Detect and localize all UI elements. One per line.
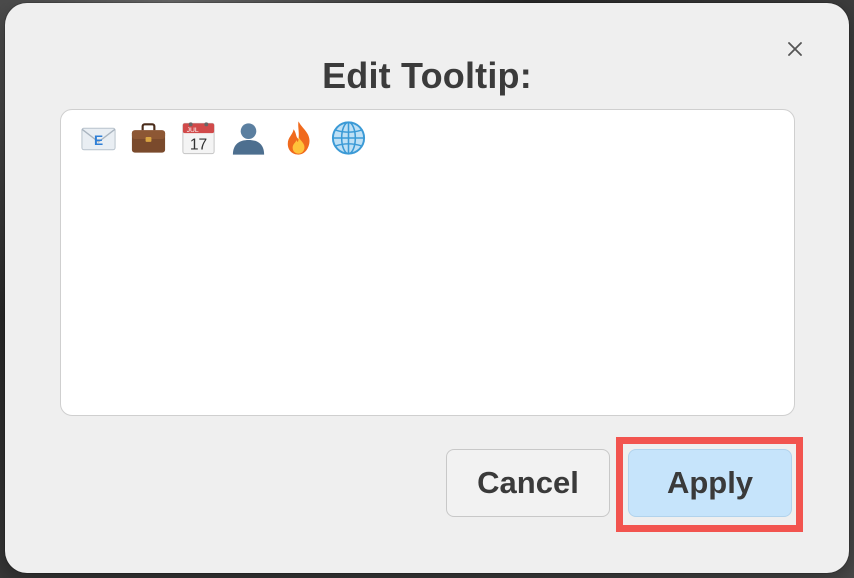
tooltip-text-editor[interactable]: E JUL 17 [60, 109, 795, 416]
cancel-button[interactable]: Cancel [446, 449, 610, 517]
svg-text:E: E [94, 133, 103, 148]
person-silhouette-icon [229, 118, 268, 158]
apply-button[interactable]: Apply [628, 449, 792, 517]
fire-icon [279, 118, 318, 158]
svg-text:JUL: JUL [187, 127, 199, 134]
briefcase-icon [129, 118, 168, 158]
globe-icon [329, 118, 368, 158]
dialog-title: Edit Tooltip: [322, 55, 532, 96]
emoji-list: E JUL 17 [79, 118, 368, 158]
envelope-icon: E [79, 118, 118, 158]
close-icon [788, 42, 802, 56]
svg-text:17: 17 [190, 137, 207, 154]
calendar-icon: JUL 17 [179, 118, 218, 158]
edit-tooltip-dialog: Edit Tooltip: E JUL 17 Cancel Apply [5, 3, 849, 573]
